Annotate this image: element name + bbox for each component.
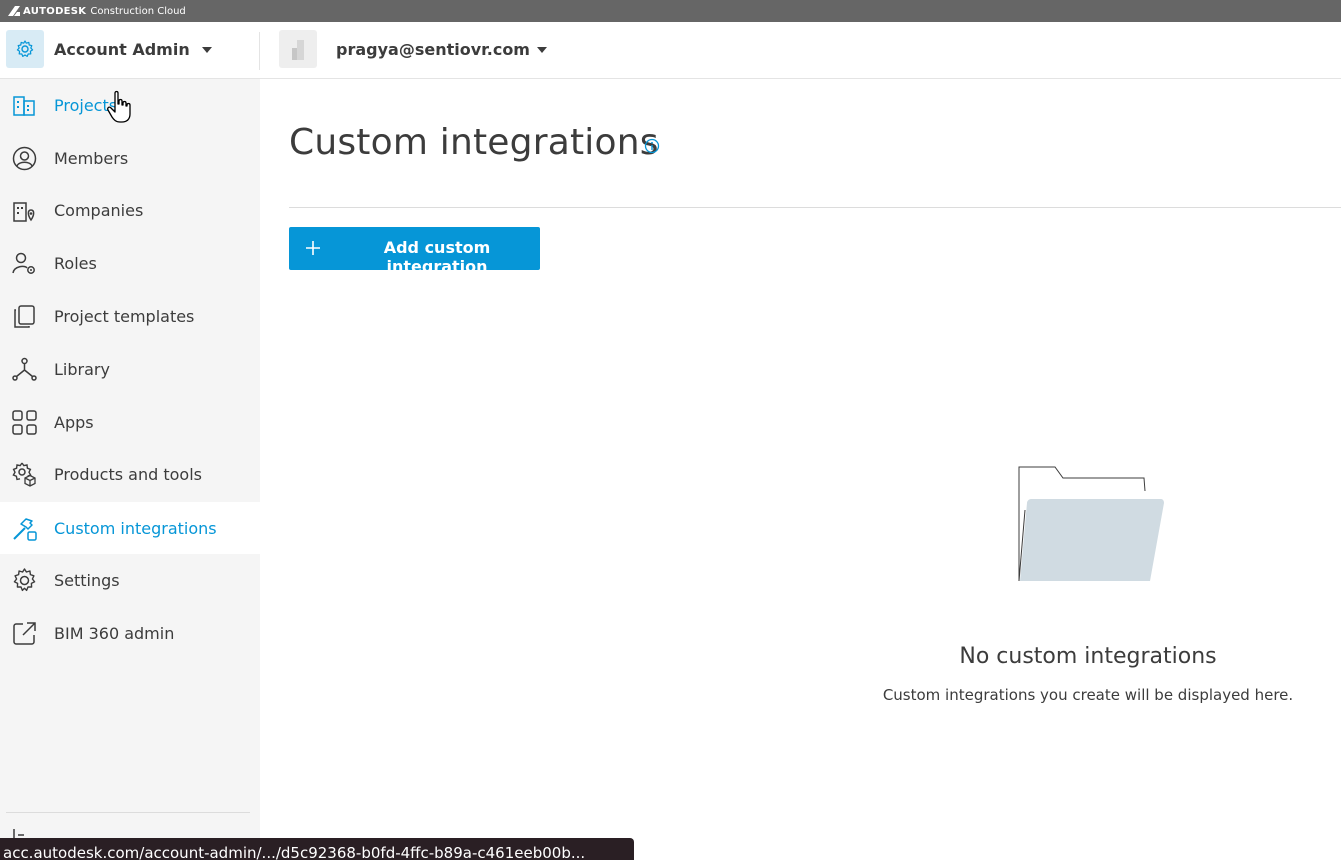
autodesk-logo-icon — [8, 6, 20, 16]
sidebar-item-label: Apps — [54, 412, 94, 432]
sidebar: Projects Members Companies Roles Project… — [0, 79, 260, 860]
gear-icon — [16, 40, 34, 57]
sidebar-item-apps[interactable]: Apps — [0, 396, 260, 448]
external-link-icon — [13, 622, 36, 645]
user-circle-icon — [12, 146, 37, 171]
user-email: pragya@sentiovr.com — [336, 40, 530, 59]
sidebar-item-label: Roles — [54, 253, 97, 273]
project-thumbnail[interactable] — [279, 30, 317, 68]
account-admin-button[interactable] — [6, 30, 44, 68]
brand-bar: AUTODESK Construction Cloud — [0, 0, 1341, 22]
empty-state-subtitle: Custom integrations you create will be d… — [882, 686, 1294, 704]
sidebar-item-label: Project templates — [54, 306, 195, 326]
sidebar-item-label: Library — [54, 359, 110, 379]
sidebar-item-label: Members — [54, 148, 129, 168]
chevron-down-icon — [201, 46, 212, 53]
sidebar-item-library[interactable]: Library — [0, 343, 260, 395]
hand-cursor-icon — [107, 90, 131, 123]
sidebar-item-roles[interactable]: Roles — [0, 237, 260, 289]
title-divider — [289, 207, 1341, 208]
copy-template-icon — [14, 305, 35, 328]
sidebar-item-custom-integrations[interactable]: Custom integrations — [0, 502, 260, 554]
sidebar-item-settings[interactable]: Settings — [0, 554, 260, 606]
sidebar-item-label: Companies — [54, 200, 144, 220]
main-content: Custom integrations Add custom integrati… — [260, 79, 1341, 860]
sidebar-item-label: Settings — [54, 570, 120, 590]
add-custom-integration-button[interactable]: Add custom integration — [289, 227, 540, 276]
empty-folder-icon — [1018, 466, 1164, 582]
account-switcher[interactable]: Account Admin — [54, 40, 212, 59]
building-placeholder-icon — [292, 40, 304, 60]
chevron-down-icon — [536, 46, 547, 53]
add-button-label: Add custom integration — [383, 238, 491, 276]
empty-state-title: No custom integrations — [959, 644, 1217, 669]
page-title: Custom integrations — [289, 122, 659, 163]
sidebar-item-members[interactable]: Members — [0, 132, 260, 184]
status-bar-url: acc.autodesk.com/account-admin/.../d5c92… — [0, 838, 634, 860]
account-title: Account Admin — [54, 40, 190, 59]
sidebar-item-products-and-tools[interactable]: Products and tools — [0, 448, 260, 500]
sidebar-divider — [6, 812, 250, 813]
brand-name: AUTODESK — [23, 5, 87, 17]
building-icon — [13, 96, 35, 116]
sidebar-item-label: Custom integrations — [54, 518, 217, 538]
user-menu[interactable]: pragya@sentiovr.com — [336, 40, 547, 59]
gear-cube-icon — [12, 462, 36, 487]
sidebar-item-label: Products and tools — [54, 464, 202, 484]
header-divider — [259, 32, 260, 70]
gear-icon — [13, 568, 36, 592]
app-header: Account Admin pragya@sentiovr.com — [0, 22, 1341, 79]
info-icon[interactable] — [644, 138, 660, 154]
product-name: Construction Cloud — [90, 5, 186, 17]
sidebar-item-bim-360-admin[interactable]: BIM 360 admin — [0, 607, 260, 659]
hammer-icon — [13, 518, 37, 541]
company-location-icon — [13, 202, 35, 222]
user-gear-icon — [12, 252, 35, 274]
sidebar-item-companies[interactable]: Companies — [0, 184, 260, 236]
sidebar-item-project-templates[interactable]: Project templates — [0, 290, 260, 342]
library-nodes-icon — [12, 357, 37, 381]
plus-icon — [306, 241, 320, 255]
apps-grid-icon — [12, 410, 37, 435]
sidebar-item-label: BIM 360 admin — [54, 623, 175, 643]
